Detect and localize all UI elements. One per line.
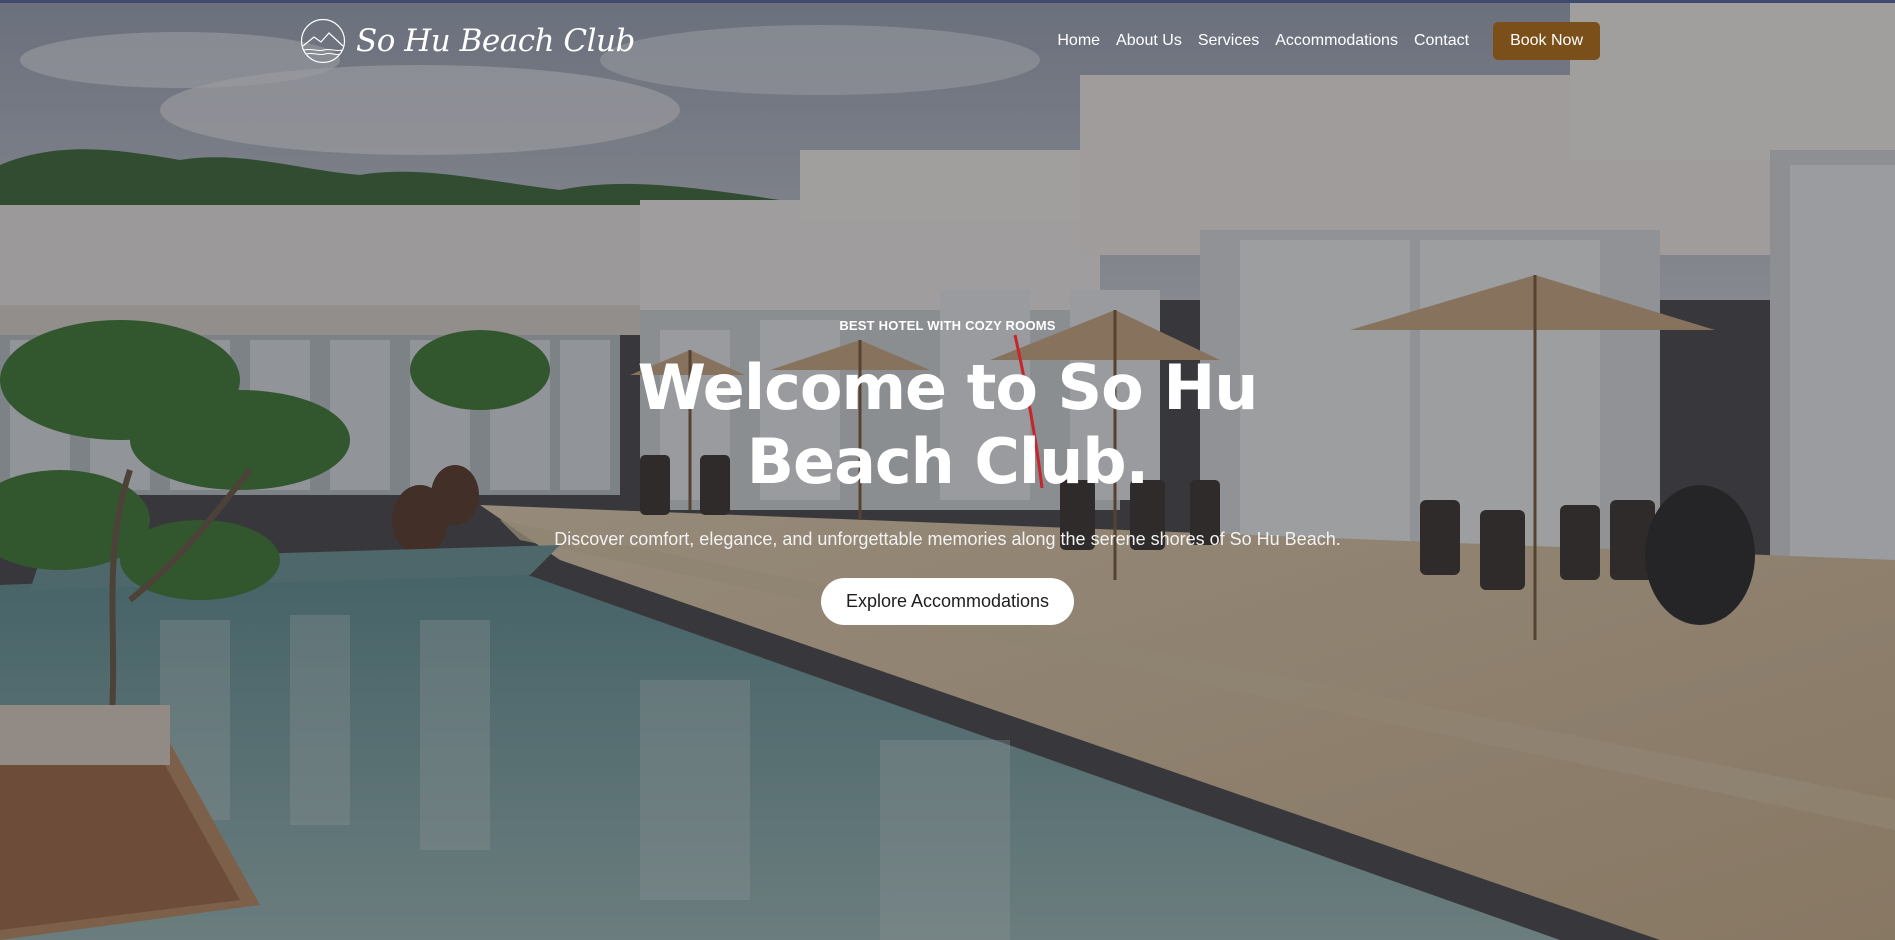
nav-about-us[interactable]: About Us bbox=[1116, 32, 1182, 50]
brand[interactable]: So Hu Beach Club bbox=[300, 18, 635, 64]
nav-services[interactable]: Services bbox=[1198, 32, 1259, 50]
explore-accommodations-button[interactable]: Explore Accommodations bbox=[820, 578, 1075, 625]
hero-eyebrow: BEST HOTEL WITH COZY ROOMS bbox=[839, 318, 1056, 333]
nav-home[interactable]: Home bbox=[1057, 32, 1100, 50]
hero-section: So Hu Beach Club Home About Us Services … bbox=[0, 0, 1895, 940]
main-nav: Home About Us Services Accommodations Co… bbox=[1041, 22, 1600, 60]
top-border bbox=[0, 0, 1895, 3]
mountain-sea-circle-logo bbox=[300, 18, 346, 64]
hero-content: BEST HOTEL WITH COZY ROOMS Welcome to So… bbox=[0, 318, 1895, 625]
site-header: So Hu Beach Club Home About Us Services … bbox=[300, 14, 1600, 68]
hero-title: Welcome to So Hu Beach Club. bbox=[637, 351, 1259, 498]
nav-contact[interactable]: Contact bbox=[1414, 32, 1469, 50]
nav-accommodations[interactable]: Accommodations bbox=[1275, 32, 1398, 50]
book-now-button[interactable]: Book Now bbox=[1493, 22, 1600, 60]
brand-name: So Hu Beach Club bbox=[356, 23, 635, 59]
hero-subtitle: Discover comfort, elegance, and unforget… bbox=[554, 529, 1341, 549]
